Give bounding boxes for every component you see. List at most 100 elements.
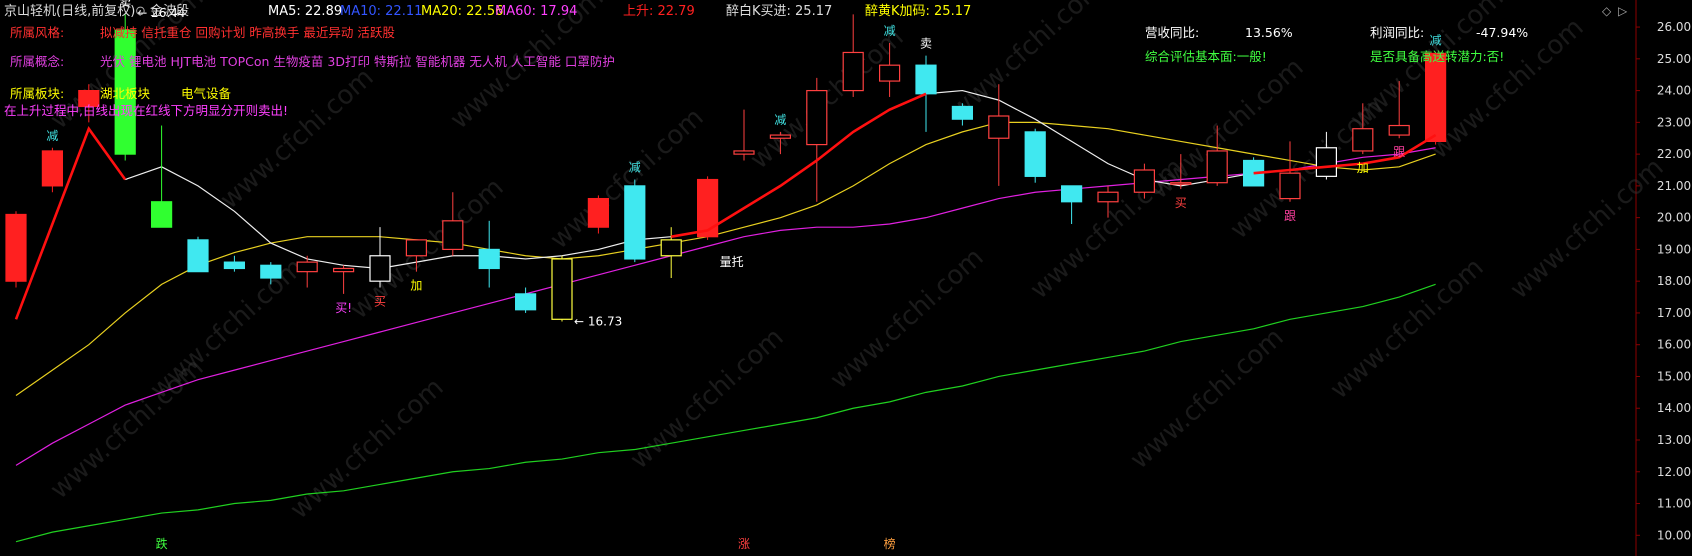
- bottom-label: 榜: [884, 536, 896, 551]
- trend-red-line: [14, 125, 127, 320]
- y-tick-label: 24.00: [1657, 84, 1691, 98]
- candle-body: [1024, 131, 1046, 177]
- signal-marker: 跟: [1284, 209, 1296, 223]
- y-tick-label: 13.00: [1657, 433, 1691, 447]
- up-label: 上升: 22.79: [623, 4, 695, 19]
- signal-marker: 买: [1175, 196, 1187, 210]
- candle-body: [369, 255, 391, 282]
- signal-marker: 卖: [920, 37, 932, 51]
- sector-label: 所属板块:: [10, 86, 65, 101]
- candle-body: [1060, 185, 1083, 203]
- candle-body: [915, 64, 937, 95]
- ma10-label: MA10: 22.11: [340, 4, 423, 19]
- watermark-text: www.cfchi.com: [1505, 152, 1670, 305]
- sector-value-1: 湖北板块: [100, 86, 151, 101]
- candlestick-chart[interactable]: 26.0025.0024.0023.0022.0021.0020.0019.00…: [0, 0, 1692, 556]
- diamond-icon[interactable]: ◇: [1602, 4, 1611, 18]
- candle-body: [223, 261, 245, 270]
- candle-body: [842, 51, 864, 92]
- candle-body: [806, 89, 828, 146]
- candle-body: [551, 258, 573, 320]
- stock-title: 京山轻机(日线,前复权): [4, 4, 136, 19]
- candle-body: [41, 150, 64, 187]
- y-tick-label: 16.00: [1657, 338, 1691, 352]
- bottom-label: 跌: [156, 536, 168, 551]
- y-tick-label: 17.00: [1657, 306, 1691, 320]
- chevron-right-icon[interactable]: ▷: [1618, 4, 1627, 18]
- profit-value: -47.94%: [1476, 25, 1529, 40]
- candle-body: [1352, 128, 1374, 152]
- watermark-text: www.cfchi.com: [825, 242, 990, 395]
- candle-body: [1170, 182, 1192, 185]
- candle-body: [769, 134, 792, 139]
- candle-body: [878, 64, 901, 82]
- y-tick-label: 20.00: [1657, 211, 1691, 225]
- style-value: 拟减持 信托重仓 回购计划 昨高换手 最近异动 活跃股: [100, 25, 395, 40]
- signal-marker: 加: [1357, 161, 1369, 175]
- candle-body: [1424, 52, 1447, 143]
- revenue-label: 营收同比:: [1145, 25, 1200, 40]
- signal-marker: 买!: [335, 301, 352, 315]
- candle-body: [1388, 124, 1410, 136]
- signal-marker: 买: [374, 295, 386, 309]
- profit-label: 利润同比:: [1370, 25, 1425, 40]
- candle-body: [587, 197, 610, 228]
- watermark-text: www.cfchi.com: [1125, 322, 1290, 475]
- sell-tip: 在上升过程中,白线出现在红线下方明显分开则卖出!: [4, 103, 288, 118]
- price-annotation: 量托: [720, 255, 744, 269]
- candle-body: [951, 105, 974, 120]
- revenue-value: 13.56%: [1245, 25, 1293, 40]
- watermark-text: www.cfchi.com: [1025, 152, 1190, 305]
- signal-marker: 减: [1430, 33, 1442, 47]
- sector-value-2: 电气设备: [181, 86, 232, 101]
- candle-body: [1133, 169, 1156, 193]
- candle-body: [514, 293, 537, 311]
- signal-marker: 减: [629, 161, 641, 175]
- y-tick-label: 14.00: [1657, 401, 1691, 415]
- watermark-text: www.cfchi.com: [285, 372, 450, 525]
- y-tick-label: 23.00: [1657, 115, 1691, 129]
- candle-body: [696, 178, 719, 238]
- watermark-text: www.cfchi.com: [45, 352, 210, 505]
- ma5-label: MA5: 22.89: [268, 4, 343, 19]
- signal-marker: 减: [774, 113, 786, 127]
- candle-body: [296, 261, 318, 273]
- watermark-text: www.cfchi.com: [1325, 252, 1490, 405]
- candle-body: [478, 248, 500, 270]
- y-tick-label: 15.00: [1657, 369, 1691, 383]
- candle-body: [151, 201, 173, 228]
- candle-body: [988, 115, 1010, 139]
- bonus-potential: 是否具备高送转潜力:否!: [1370, 49, 1505, 64]
- candle-body: [5, 213, 27, 282]
- signal-marker: 减: [884, 24, 896, 38]
- candle-body: [187, 239, 209, 273]
- y-tick-label: 19.00: [1657, 242, 1691, 256]
- fundamental-eval: 综合评估基本面:一般!: [1145, 49, 1267, 64]
- indicator-select-icon[interactable]: ⊙: [135, 2, 146, 22]
- candle-body: [442, 220, 464, 251]
- signal-marker: 减: [46, 129, 58, 143]
- candle-body: [260, 264, 282, 279]
- candle-body: [733, 150, 755, 155]
- candle-body: [660, 239, 682, 257]
- add-k-label: 醉黄K加码: 25.17: [865, 4, 972, 19]
- candle-body: [1097, 191, 1119, 203]
- bottom-label: 涨: [738, 536, 750, 551]
- ma60-label: MA60: 17.94: [495, 4, 578, 19]
- concept-label: 所属概念:: [10, 54, 65, 69]
- candle-body: [1206, 150, 1228, 184]
- concept-value: 光伏 锂电池 HJT电池 TOPCon 生物疫苗 3D打印 特斯拉 智能机器 无…: [100, 54, 615, 69]
- candle-body: [624, 185, 646, 260]
- y-tick-label: 12.00: [1657, 465, 1691, 479]
- signal-marker: 跟: [1393, 145, 1405, 159]
- candle-body: [333, 267, 355, 273]
- y-tick-label: 25.00: [1657, 52, 1691, 66]
- watermark-text: www.cfchi.com: [215, 62, 380, 215]
- style-label: 所属风格:: [10, 25, 65, 40]
- watermark-text: www.cfchi.com: [625, 322, 790, 475]
- y-tick-label: 26.00: [1657, 20, 1691, 34]
- y-tick-label: 18.00: [1657, 274, 1691, 288]
- indicator-name[interactable]: 金波段: [150, 2, 189, 22]
- y-tick-label: 10.00: [1657, 528, 1691, 542]
- signal-marker: 加: [410, 279, 422, 293]
